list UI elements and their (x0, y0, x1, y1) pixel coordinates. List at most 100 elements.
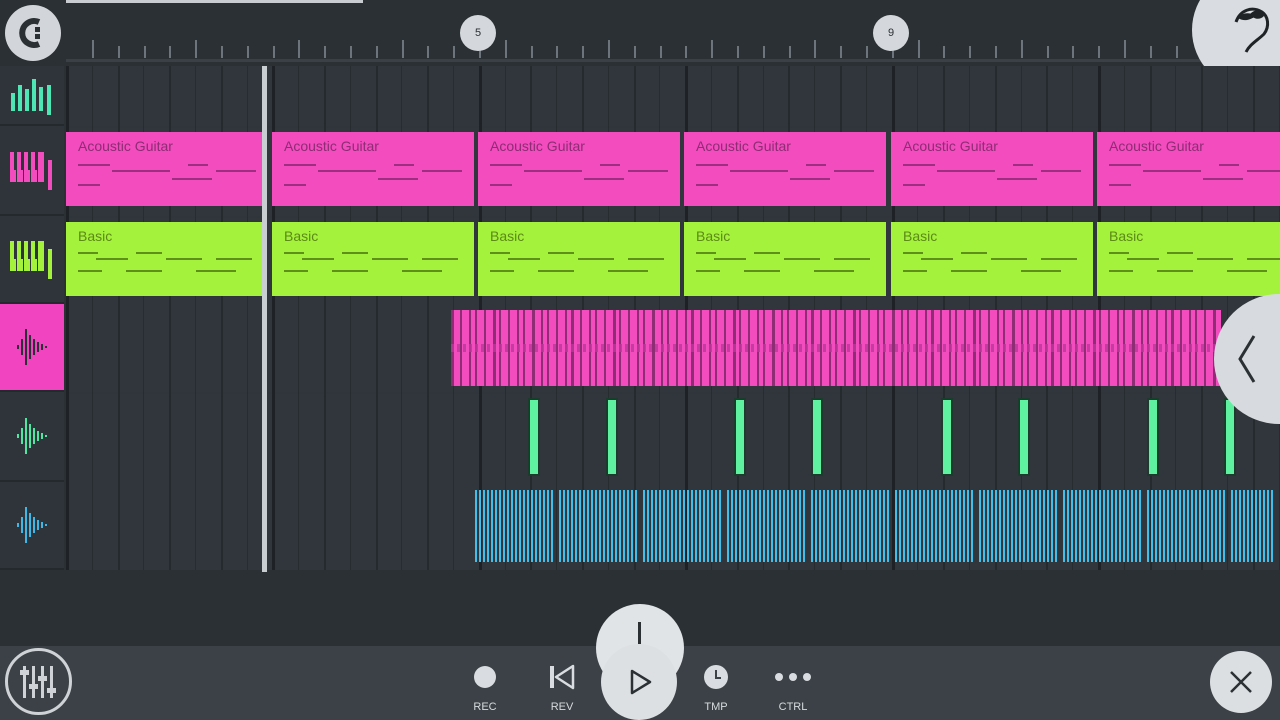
ruler-baseline (66, 59, 1280, 62)
waveform-stripe (1183, 490, 1185, 562)
waveform-stripe (523, 490, 525, 562)
clip-audio-green[interactable] (1147, 398, 1159, 476)
waveform-stripe (971, 490, 973, 562)
waveform-stripe (611, 490, 613, 562)
waveform-stripe (783, 490, 785, 562)
clip-label: Acoustic Guitar (696, 138, 791, 154)
waveform-stripe (703, 490, 705, 562)
horizontal-scrollbar[interactable] (66, 0, 363, 3)
track-header-basic[interactable] (0, 216, 64, 304)
waveform-stripe (1215, 490, 1217, 562)
tmp-button[interactable]: TMP (686, 660, 746, 716)
waveform-stripe (1051, 490, 1053, 562)
clip-acoustic-guitar[interactable]: Acoustic Guitar (66, 132, 262, 206)
ctrl-button[interactable]: CTRL (763, 660, 823, 716)
ruler-tick (917, 40, 920, 58)
waveform-stripe (987, 490, 989, 562)
clip-audio-green[interactable] (606, 398, 618, 476)
ruler-tick (737, 46, 739, 58)
waveform-stripe (579, 490, 581, 562)
ruler-tick (1072, 46, 1075, 58)
clip-audio-pink[interactable] (451, 310, 1221, 386)
waveform-stripe (815, 490, 817, 562)
track-header-drums[interactable] (0, 66, 64, 126)
track-header-audio-green[interactable] (0, 392, 64, 482)
play-icon (630, 669, 652, 695)
clip-basic[interactable]: Basic (272, 222, 474, 296)
play-button[interactable] (601, 644, 677, 720)
clip-label: Basic (490, 228, 525, 244)
side-panel-toggle[interactable] (1214, 294, 1280, 424)
clip-basic[interactable]: Basic (478, 222, 680, 296)
waveform-stripe (1187, 490, 1189, 562)
clip-audio-green[interactable] (811, 398, 823, 476)
track-header-audio-blue[interactable] (0, 482, 64, 570)
keyboard-icon (10, 241, 52, 279)
waveform-stripe (831, 490, 833, 562)
timeline-ruler[interactable]: 5 9 (66, 0, 1280, 62)
clip-audio-green[interactable] (528, 398, 540, 476)
ruler-tick (608, 40, 610, 58)
track-header-acoustic-guitar[interactable] (0, 126, 64, 216)
waveform-stripe (1151, 490, 1153, 562)
ruler-tick (582, 46, 585, 58)
clip-acoustic-guitar[interactable]: Acoustic Guitar (1097, 132, 1280, 206)
clip-audio-blue[interactable] (475, 488, 1280, 564)
clip-label: Basic (284, 228, 319, 244)
waveform-stripe (671, 490, 673, 562)
waveform-stripe (839, 490, 841, 562)
waveform-stripe (851, 490, 853, 562)
clip-acoustic-guitar[interactable]: Acoustic Guitar (478, 132, 680, 206)
clip-audio-green[interactable] (1018, 398, 1030, 476)
waveform-stripe (807, 490, 809, 562)
close-button[interactable] (1210, 651, 1272, 713)
waveform-stripe (791, 490, 793, 562)
app-menu-icon (19, 18, 41, 48)
waveform-center (451, 344, 1221, 352)
clip-basic[interactable]: Basic (684, 222, 886, 296)
ruler-tick (1175, 46, 1178, 58)
waveform-stripe (691, 490, 693, 562)
mixer-button[interactable] (5, 648, 72, 715)
waveform-stripe (559, 490, 561, 562)
clip-basic[interactable]: Basic (1097, 222, 1280, 296)
waveform-stripe (1039, 490, 1041, 562)
waveform-stripe (603, 490, 605, 562)
waveform-stripe (1159, 490, 1161, 562)
ruler-tick (711, 40, 714, 58)
clip-acoustic-guitar[interactable]: Acoustic Guitar (272, 132, 474, 206)
track-header-audio-pink[interactable] (0, 304, 64, 392)
ruler-tick (685, 46, 688, 58)
clip-basic[interactable]: Basic (891, 222, 1093, 296)
bar-marker-9[interactable]: 9 (873, 15, 909, 51)
bar-marker-5[interactable]: 5 (460, 15, 496, 51)
rec-button[interactable]: REC (455, 660, 515, 716)
rev-button[interactable]: REV (532, 660, 592, 716)
waveform-stripe (923, 490, 925, 562)
waveform-stripe (771, 490, 773, 562)
waveform-stripe (1163, 490, 1165, 562)
clip-basic[interactable]: Basic (66, 222, 262, 296)
waveform-stripe (739, 490, 741, 562)
waveform-stripe (811, 490, 813, 562)
clip-acoustic-guitar[interactable]: Acoustic Guitar (684, 132, 886, 206)
waveform-stripe (1223, 490, 1225, 562)
clip-acoustic-guitar[interactable]: Acoustic Guitar (891, 132, 1093, 206)
playlist-grid[interactable]: Acoustic Guitar Acoustic Guitar Acoustic… (66, 66, 1280, 570)
waveform-stripe (1031, 490, 1033, 562)
ruler-tick (995, 46, 997, 58)
waveform-stripe (607, 490, 609, 562)
waveform-stripe (1139, 490, 1141, 562)
waveform-stripe (499, 490, 501, 562)
waveform-stripe (711, 490, 713, 562)
waveform-stripe (1167, 490, 1169, 562)
playhead[interactable] (262, 66, 267, 572)
clip-audio-green[interactable] (734, 398, 746, 476)
waveform-stripe (1255, 490, 1257, 562)
main-menu-button[interactable] (5, 5, 61, 61)
waveform-stripe (855, 490, 857, 562)
waveform-stripe (1115, 490, 1117, 562)
clip-audio-green[interactable] (941, 398, 953, 476)
waveform-stripe (895, 490, 897, 562)
waveform-stripe (1251, 490, 1253, 562)
